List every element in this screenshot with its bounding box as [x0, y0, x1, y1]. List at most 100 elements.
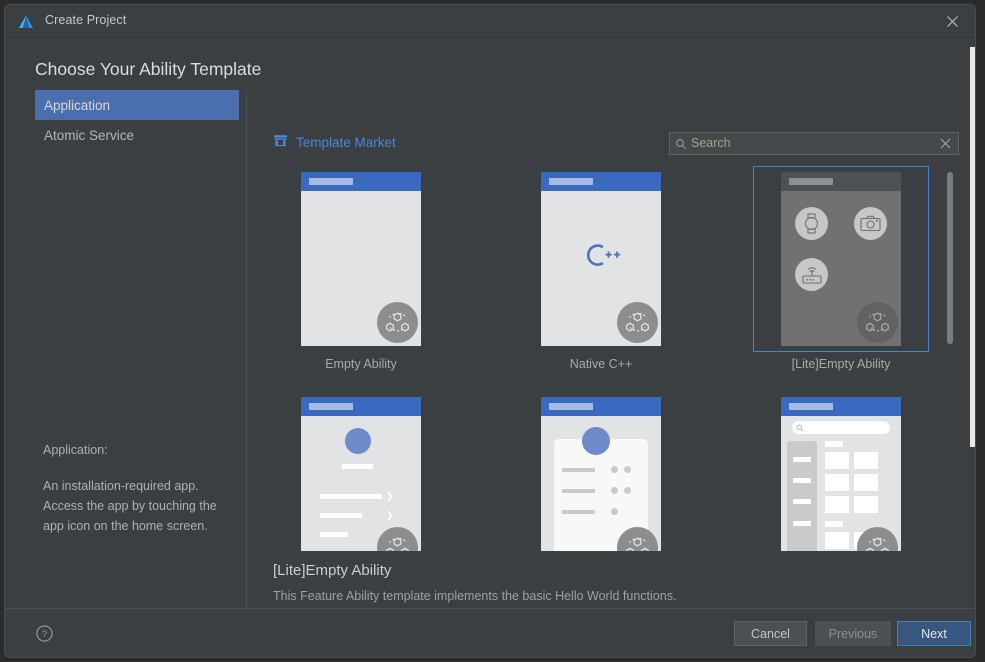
preview-row-bar [562, 489, 595, 493]
preview-search-field [792, 421, 890, 434]
sidebar-item-atomic-service[interactable]: Atomic Service [35, 120, 239, 150]
preview-statusbar [301, 397, 421, 416]
template-card[interactable] [753, 391, 929, 551]
preview-tile [854, 496, 878, 513]
harmonyos-badge-icon [617, 527, 658, 551]
preview-row-bar [320, 532, 348, 537]
preview-statusbar-pill [309, 403, 353, 410]
clear-x-icon[interactable] [940, 138, 951, 149]
template-label: Native C++ [569, 357, 633, 371]
template-preview-frame[interactable] [513, 166, 689, 352]
template-preview-empty [301, 172, 421, 346]
svg-text:?: ? [42, 629, 47, 640]
harmonyos-badge-icon [377, 527, 418, 551]
search-icon [675, 138, 687, 150]
preview-statusbar [541, 172, 661, 191]
template-preview-lite-devices [781, 172, 901, 346]
template-preview-list-settings: ❯ ❯ ❯ ❯ [301, 397, 421, 551]
preview-dot [611, 487, 618, 494]
preview-statusbar-pill [789, 178, 833, 185]
preview-statusbar [781, 397, 901, 416]
preview-row-bar [320, 494, 382, 499]
router-icon [795, 258, 828, 291]
preview-statusbar-pill [549, 403, 593, 410]
preview-statusbar-pill [789, 403, 833, 410]
harmonyos-badge-icon [857, 302, 898, 343]
preview-side-item [793, 478, 811, 483]
sidebar-item-label: Atomic Service [44, 127, 135, 143]
preview-dot [611, 466, 618, 473]
preview-dot [624, 487, 631, 494]
dialog-content: Choose Your Ability Template Application… [5, 38, 975, 610]
harmonyos-badge-icon [617, 302, 658, 343]
template-grid-scrollbar[interactable] [947, 172, 953, 522]
preview-side-item [793, 521, 811, 526]
page-title: Choose Your Ability Template [35, 59, 262, 79]
close-icon[interactable] [929, 5, 975, 37]
scrollbar-thumb[interactable] [947, 172, 953, 344]
next-button[interactable]: Next [897, 621, 971, 646]
preview-tile [825, 532, 849, 549]
page-scrollbar[interactable] [970, 47, 975, 447]
preview-statusbar-pill [309, 178, 353, 185]
preview-statusbar [301, 172, 421, 191]
cancel-button[interactable]: Cancel [734, 621, 807, 646]
dialog-footer: ? Cancel Previous Next [5, 608, 975, 657]
preview-tile [854, 452, 878, 469]
template-card[interactable]: ❯ ❯ ❯ ❯ [273, 391, 449, 551]
storefront-icon [273, 134, 288, 151]
preview-name-bar [342, 464, 373, 469]
template-card[interactable] [513, 391, 689, 551]
search-placeholder-text: Search [691, 136, 731, 150]
template-preview-frame[interactable]: ❯ ❯ ❯ ❯ [273, 391, 449, 551]
preview-row-bar [320, 513, 362, 518]
chevron-right-icon: ❯ [386, 491, 394, 501]
preview-avatar [582, 427, 610, 455]
template-preview-frame[interactable] [273, 166, 449, 352]
preview-tile [825, 452, 849, 469]
preview-dot [611, 508, 618, 515]
preview-dot [624, 466, 631, 473]
template-pane: Template Market Search Empty Ability Nat… [263, 90, 963, 608]
template-card[interactable]: Native C++ [513, 166, 689, 371]
template-preview-category-grid [781, 397, 901, 551]
template-preview-profile-card [541, 397, 661, 551]
template-card[interactable]: Empty Ability [273, 166, 449, 371]
preview-side-item [793, 499, 811, 504]
template-card-selected[interactable]: [Lite]Empty Ability [753, 166, 929, 371]
preview-section-title [825, 521, 843, 527]
category-panel: Application Atomic Service Application: … [35, 90, 247, 608]
preview-row-bar [562, 468, 595, 472]
template-label: [Lite]Empty Ability [791, 357, 891, 371]
title-bar: Create Project [5, 5, 975, 38]
template-market-link[interactable]: Template Market [273, 134, 396, 151]
deveco-triangle-logo-icon [17, 13, 35, 31]
template-market-label: Template Market [296, 135, 396, 150]
template-detail: [Lite]Empty Ability This Feature Ability… [273, 562, 953, 603]
template-preview-frame[interactable] [513, 391, 689, 551]
category-description-title: Application: [43, 443, 108, 457]
preview-statusbar [781, 172, 901, 191]
window-title: Create Project [45, 13, 127, 27]
smartwatch-icon [795, 207, 828, 240]
preview-side-item [793, 457, 811, 462]
sidebar-item-application[interactable]: Application [35, 90, 239, 120]
help-circle-icon[interactable]: ? [36, 625, 53, 642]
template-preview-cpp [541, 172, 661, 346]
cpp-logo-icon [579, 240, 623, 275]
harmonyos-badge-icon [377, 302, 418, 343]
search-input[interactable]: Search [669, 132, 959, 155]
preview-row-bar [562, 510, 595, 514]
template-detail-description: This Feature Ability template implements… [273, 589, 677, 603]
template-preview-frame[interactable] [753, 391, 929, 551]
category-description-body: An installation-required app. Access the… [43, 479, 217, 533]
template-detail-title: [Lite]Empty Ability [273, 562, 392, 579]
preview-avatar [345, 428, 371, 454]
camera-icon [854, 207, 887, 240]
preview-tile [825, 474, 849, 491]
previous-button[interactable]: Previous [815, 621, 891, 646]
preview-section-title [825, 441, 843, 447]
sidebar-item-label: Application [44, 97, 111, 113]
preview-statusbar [541, 397, 661, 416]
template-preview-frame[interactable] [753, 166, 929, 352]
